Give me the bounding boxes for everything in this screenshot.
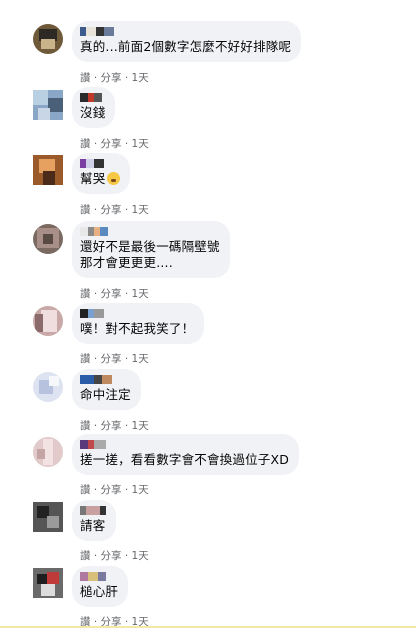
like-link[interactable]: 讚 — [80, 420, 91, 432]
divider — [0, 626, 416, 628]
comment-text: 還好不是最後一碼隔壁號 — [80, 239, 220, 254]
share-link[interactable]: 分享 — [101, 420, 122, 432]
like-link[interactable]: 讚 — [80, 550, 91, 562]
comment-text: 請客 — [80, 518, 106, 533]
like-link[interactable]: 讚 — [80, 288, 91, 300]
comment-actions: 讚 · 分享 · 1天 — [80, 138, 149, 150]
comment-text: 幫哭 — [80, 171, 121, 187]
share-link[interactable]: 分享 — [101, 72, 122, 84]
timestamp[interactable]: 1天 — [132, 72, 149, 84]
share-link[interactable]: 分享 — [101, 550, 122, 562]
crying-face-icon — [107, 172, 121, 185]
comment-text: 槌心肝 — [80, 584, 119, 599]
comment-actions: 讚 · 分享 · 1天 — [80, 204, 149, 216]
avatar[interactable] — [33, 90, 63, 120]
comment-bubble: 真的...前面2個數字怎麼不好好排隊呢 — [72, 21, 302, 62]
comment-text: 噗！對不起我笑了！ — [80, 321, 195, 336]
blurred-name — [80, 159, 120, 168]
comment-actions: 讚 · 分享 · 1天 — [80, 72, 149, 84]
avatar[interactable] — [33, 502, 63, 532]
avatar[interactable] — [33, 24, 63, 54]
avatar[interactable] — [33, 155, 63, 185]
avatar[interactable] — [33, 372, 63, 402]
like-link[interactable]: 讚 — [80, 353, 91, 365]
like-link[interactable]: 讚 — [80, 138, 91, 150]
share-link[interactable]: 分享 — [101, 484, 122, 496]
blurred-name — [80, 375, 131, 384]
comment-bubble: 搓一搓，看看數字會不會換過位子XD — [72, 434, 300, 475]
comment-actions: 讚 · 分享 · 1天 — [80, 484, 149, 496]
like-link[interactable]: 讚 — [80, 72, 91, 84]
comment-bubble: 命中注定 — [72, 369, 141, 410]
timestamp[interactable]: 1天 — [132, 138, 149, 150]
avatar[interactable] — [33, 224, 63, 254]
comment-text: 真的...前面2個數字怎麼不好好排隊呢 — [80, 39, 292, 54]
comment-actions: 讚 · 分享 · 1天 — [80, 288, 149, 300]
timestamp[interactable]: 1天 — [132, 550, 149, 562]
like-link[interactable]: 讚 — [80, 204, 91, 216]
comment-bubble: 沒錢 — [72, 87, 116, 128]
comment-text: 搓一搓，看看數字會不會換過位子XD — [80, 452, 290, 467]
comment-actions: 讚 · 分享 · 1天 — [80, 353, 149, 365]
avatar[interactable] — [33, 306, 63, 336]
comment-actions: 讚 · 分享 · 1天 — [80, 420, 149, 432]
timestamp[interactable]: 1天 — [132, 204, 149, 216]
share-link[interactable]: 分享 — [101, 138, 122, 150]
blurred-name — [80, 572, 118, 581]
blurred-name — [80, 93, 105, 102]
like-link[interactable]: 讚 — [80, 484, 91, 496]
comment-bubble: 槌心肝 — [72, 566, 129, 607]
timestamp[interactable]: 1天 — [132, 353, 149, 365]
avatar[interactable] — [33, 437, 63, 467]
comment-bubble: 還好不是最後一碼隔壁號 那才會更更更.... — [72, 221, 230, 278]
timestamp[interactable]: 1天 — [132, 288, 149, 300]
share-link[interactable]: 分享 — [101, 204, 122, 216]
comment-text: 沒錢 — [80, 105, 106, 120]
share-link[interactable]: 分享 — [101, 353, 122, 365]
comment-bubble: 噗！對不起我笑了！ — [72, 303, 205, 344]
comment-bubble: 請客 — [72, 500, 116, 541]
blurred-name — [80, 27, 291, 36]
share-link[interactable]: 分享 — [101, 288, 122, 300]
blurred-name — [80, 440, 289, 449]
blurred-name — [80, 227, 220, 236]
comment-actions: 讚 · 分享 · 1天 — [80, 550, 149, 562]
comment-text: 命中注定 — [80, 387, 131, 402]
blurred-name — [80, 309, 194, 318]
avatar[interactable] — [33, 568, 63, 598]
comment-text-line2: 那才會更更更.... — [80, 255, 173, 270]
comment-bubble: 幫哭 — [72, 153, 131, 194]
timestamp[interactable]: 1天 — [132, 484, 149, 496]
blurred-name — [80, 506, 106, 515]
timestamp[interactable]: 1天 — [132, 420, 149, 432]
